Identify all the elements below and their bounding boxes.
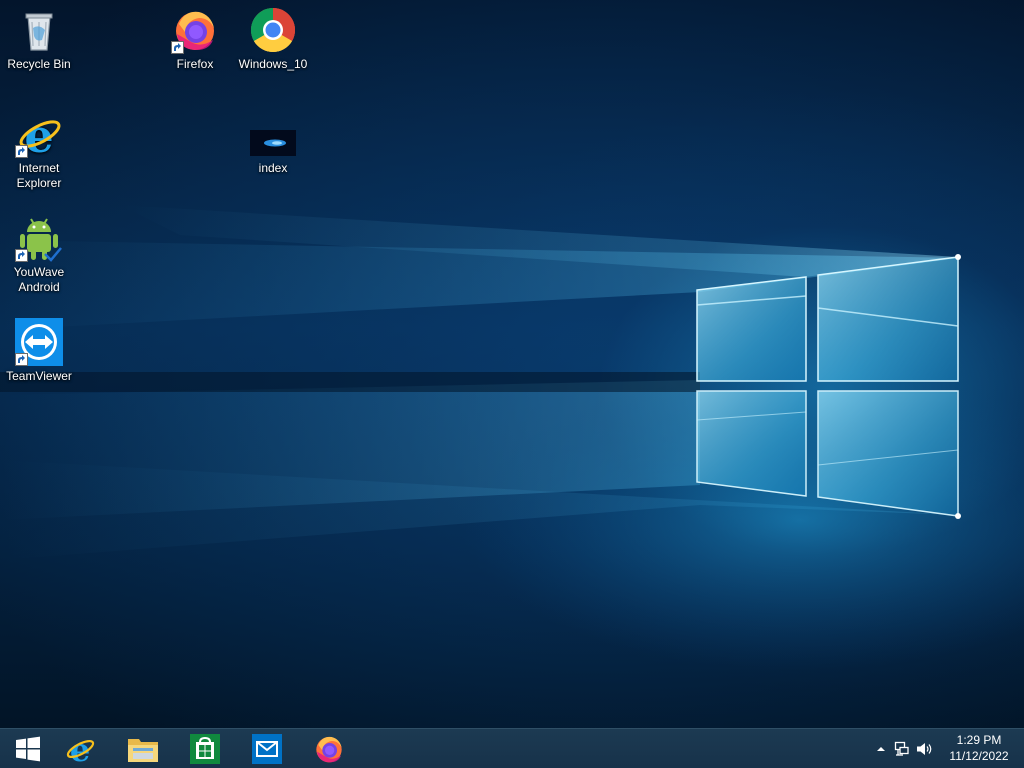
desktop-icon-recycle-bin[interactable]: Recycle Bin xyxy=(1,6,77,72)
desktop[interactable]: Recycle Bin Firefox Windows_10 e Interne… xyxy=(0,0,1024,728)
store-icon xyxy=(190,733,220,764)
internet-explorer-icon: e xyxy=(66,733,95,765)
firefox-icon xyxy=(171,6,219,54)
desktop-icon-internet-explorer[interactable]: e Internet Explorer xyxy=(1,110,77,191)
desktop-icon-youwave-android[interactable]: YouWave Android xyxy=(1,214,77,295)
recycle-bin-icon xyxy=(15,6,63,54)
desktop-icon-label: index xyxy=(258,161,288,175)
shortcut-arrow-icon xyxy=(15,249,28,262)
show-hidden-icons-arrow-icon[interactable] xyxy=(876,745,886,753)
shortcut-arrow-icon xyxy=(15,353,28,366)
desktop-icon-label: Firefox xyxy=(176,57,214,71)
taskbar-internet-explorer-button[interactable]: e xyxy=(52,729,108,768)
teamviewer-icon xyxy=(15,318,63,366)
desktop-icon-label: Recycle Bin xyxy=(7,57,71,71)
desktop-icon-teamviewer[interactable]: TeamViewer xyxy=(1,318,77,384)
clock-date: 11/12/2022 xyxy=(949,749,1009,763)
wallpaper xyxy=(0,205,1024,670)
taskbar-file-explorer-button[interactable] xyxy=(115,729,171,768)
desktop-icon-label: TeamViewer xyxy=(6,369,72,383)
firefox-icon xyxy=(316,736,342,762)
taskbar-mail-button[interactable] xyxy=(239,729,295,768)
clock-time: 1:29 PM xyxy=(956,733,1002,747)
clock[interactable]: 1:29 PM 11/12/2022 xyxy=(946,732,1012,764)
taskbar: e 1:29 PM 11/12/2022 xyxy=(0,728,1024,768)
windows-logo-icon xyxy=(16,736,40,761)
chrome-icon xyxy=(249,6,297,54)
desktop-icon-label: Windows_10 xyxy=(238,57,308,71)
volume-icon[interactable] xyxy=(916,741,934,757)
internet-explorer-icon: e xyxy=(15,110,63,158)
desktop-icon-windows-10[interactable]: Windows_10 xyxy=(235,6,311,72)
android-icon xyxy=(15,214,63,262)
mail-icon xyxy=(252,733,282,764)
shortcut-arrow-icon xyxy=(171,41,184,54)
image-file-icon xyxy=(249,110,297,158)
shortcut-arrow-icon xyxy=(15,145,28,158)
system-tray: 1:29 PM 11/12/2022 xyxy=(864,729,1024,768)
desktop-icon-label: Internet Explorer xyxy=(16,161,62,190)
network-icon[interactable] xyxy=(894,741,910,757)
svg-text:e: e xyxy=(24,110,53,158)
desktop-icon-firefox[interactable]: Firefox xyxy=(157,6,233,72)
taskbar-firefox-button[interactable] xyxy=(301,729,357,768)
start-button[interactable] xyxy=(0,729,56,768)
desktop-icon-index[interactable]: index xyxy=(235,110,311,176)
file-explorer-icon xyxy=(128,738,158,762)
desktop-icon-label: YouWave Android xyxy=(13,265,65,294)
taskbar-store-button[interactable] xyxy=(177,729,233,768)
